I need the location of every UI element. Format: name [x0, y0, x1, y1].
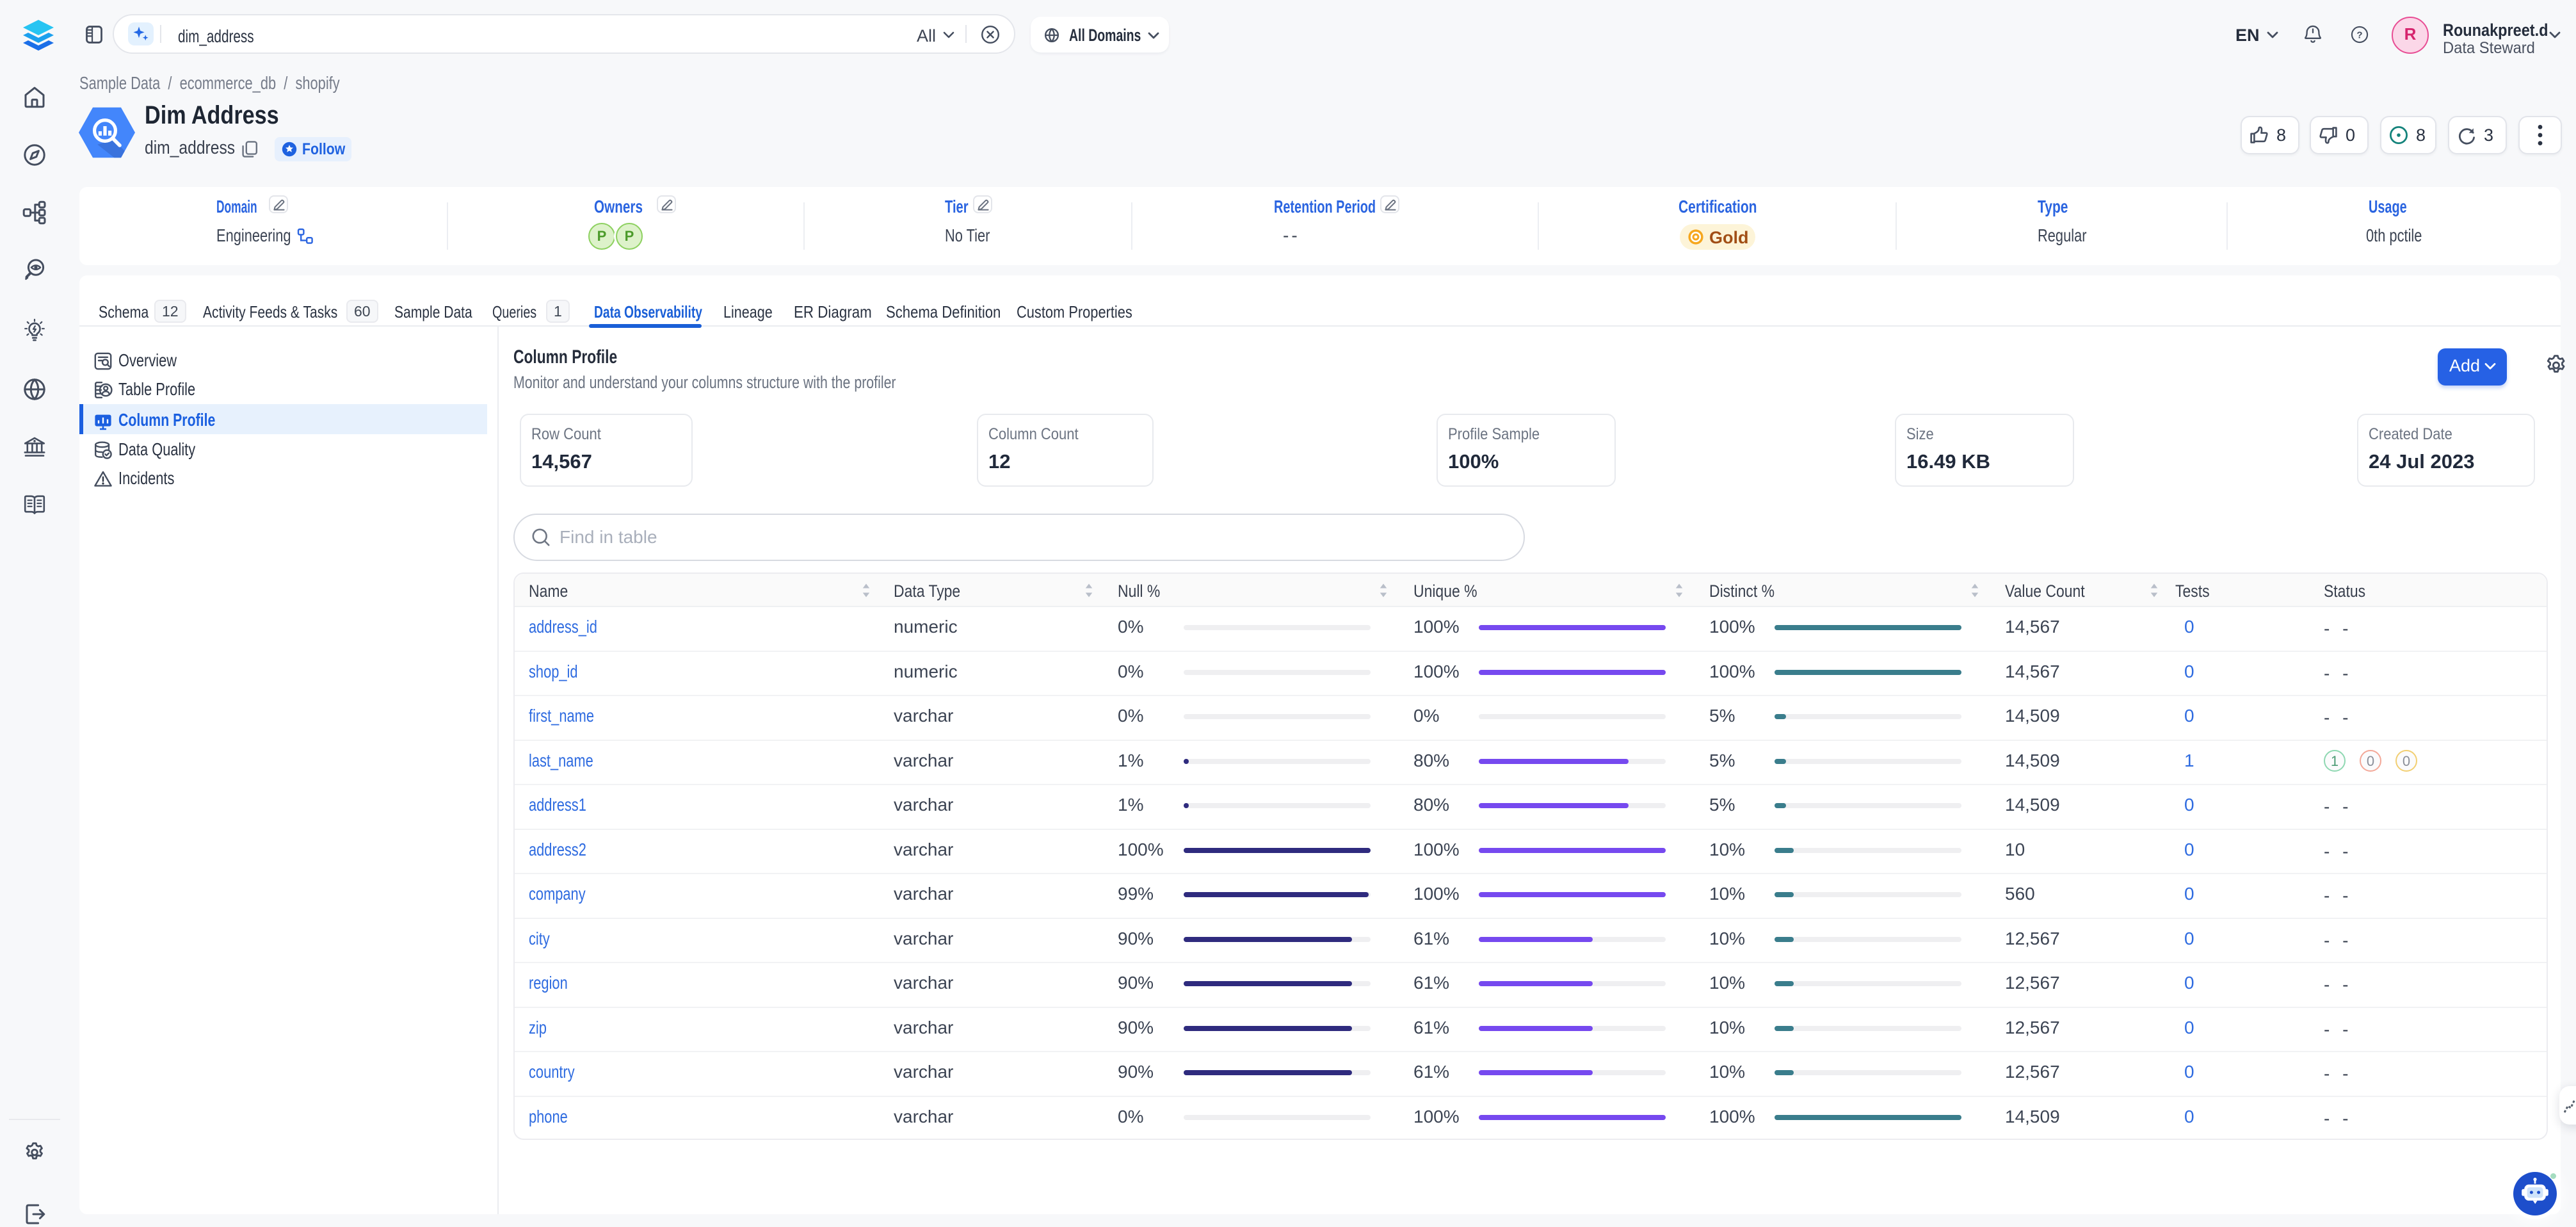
svg-text:?: ?	[2356, 29, 2362, 40]
